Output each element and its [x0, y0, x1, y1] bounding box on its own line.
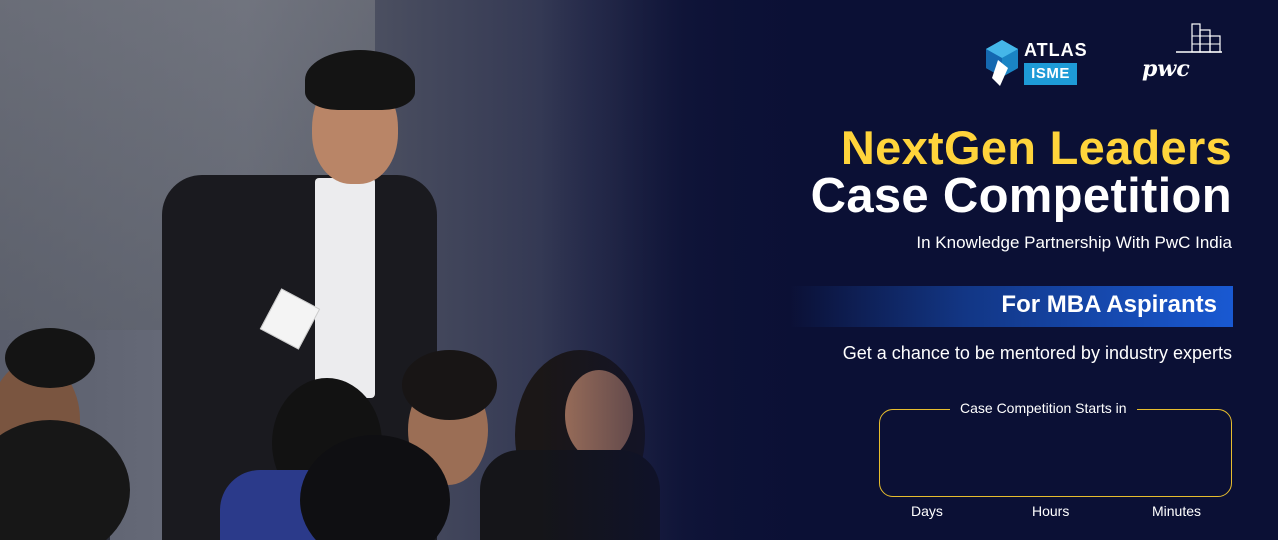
pwc-wordmark: pwc	[1142, 56, 1190, 82]
photo-fade-overlay	[540, 0, 820, 540]
headline-line-2: Case Competition	[810, 169, 1232, 223]
countdown-label: Case Competition Starts in	[950, 400, 1137, 416]
atlas-cube-icon	[986, 40, 1018, 86]
isme-wordmark: ISME	[1024, 63, 1077, 85]
photo-audience-member	[402, 350, 497, 420]
atlas-isme-logo: ATLAS ISME	[984, 36, 1096, 88]
audience-tag-banner: For MBA Aspirants	[790, 286, 1233, 327]
hero-photo	[0, 0, 820, 540]
photo-student-hair	[305, 50, 415, 110]
photo-audience-member	[5, 328, 95, 388]
hero-banner: ATLAS ISME pwc NextGen Leaders Case Comp…	[0, 0, 1278, 540]
pwc-building-icon	[1176, 23, 1222, 53]
photo-student-shirt	[315, 178, 375, 398]
mentorship-tagline: Get a chance to be mentored by industry …	[842, 343, 1232, 363]
headline-line-1: NextGen Leaders	[840, 121, 1232, 174]
atlas-wordmark: ATLAS	[1024, 40, 1088, 60]
partnership-subtitle: In Knowledge Partnership With PwC India	[916, 233, 1232, 252]
countdown-hours-label: Hours	[1032, 503, 1070, 519]
countdown-timer	[879, 409, 1232, 497]
pwc-logo: pwc	[1140, 22, 1230, 86]
photo-audience-member	[0, 420, 130, 540]
countdown-days-label: Days	[911, 503, 943, 519]
audience-tag-text: For MBA Aspirants	[1001, 291, 1217, 318]
countdown-minutes-label: Minutes	[1152, 503, 1202, 519]
